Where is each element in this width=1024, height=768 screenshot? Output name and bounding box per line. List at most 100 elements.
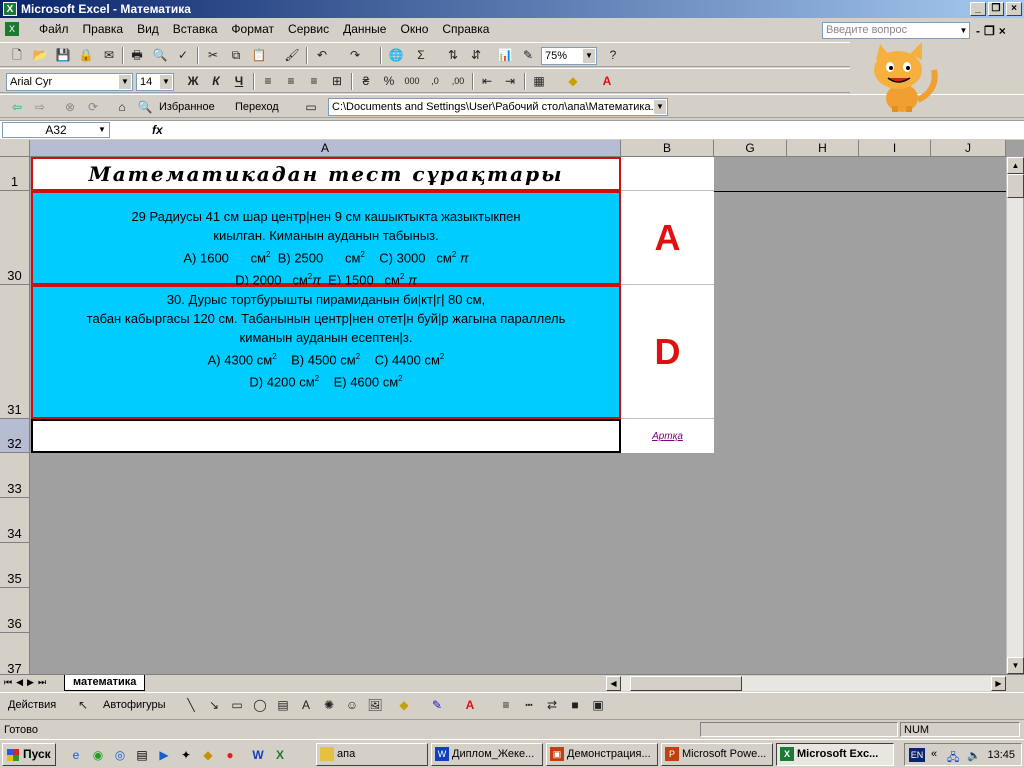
open-folder-icon[interactable]: 📂 xyxy=(31,47,49,64)
sort-ascending-icon[interactable]: ⇅ xyxy=(444,47,462,64)
draw-font-color-icon[interactable]: A xyxy=(461,697,479,714)
help-dropdown-arrow-icon[interactable]: ▼ xyxy=(958,23,969,38)
autoshapes-menu[interactable]: Автофигуры xyxy=(103,699,166,711)
row-header-1[interactable]: 1 xyxy=(0,157,30,191)
sort-descending-icon[interactable]: ⇵ xyxy=(467,47,485,64)
menu-file[interactable]: Файл xyxy=(32,22,76,36)
decrease-indent-icon[interactable]: ⇤ xyxy=(478,73,496,90)
shadow-icon[interactable]: ■ xyxy=(566,697,584,714)
row-header-32[interactable]: 32 xyxy=(0,419,30,453)
cell-b30-answer[interactable]: A xyxy=(621,191,714,285)
menu-window[interactable]: Окно xyxy=(393,22,435,36)
chart-wizard-icon[interactable]: 📊 xyxy=(496,47,514,64)
row-header-35[interactable]: 35 xyxy=(0,543,30,588)
back-link[interactable]: Артқа xyxy=(621,419,714,453)
name-box[interactable]: A32 ▼ xyxy=(2,122,110,138)
outlook-icon[interactable]: ◎ xyxy=(112,747,128,763)
tray-expand-icon[interactable]: « xyxy=(931,748,937,760)
oval-icon[interactable]: ◯ xyxy=(251,697,269,714)
task-demonstration[interactable]: ▣ Демонстрация... xyxy=(546,743,658,766)
search-web-icon[interactable]: 🔍 xyxy=(136,99,154,116)
horizontal-scroll-thumb[interactable] xyxy=(630,676,742,691)
menu-view[interactable]: Вид xyxy=(130,22,166,36)
task-folder-apa[interactable]: апа xyxy=(316,743,428,766)
align-center-icon[interactable]: ≡ xyxy=(282,73,300,90)
textbox-icon[interactable]: ▤ xyxy=(274,697,292,714)
thousands-button[interactable]: 000 xyxy=(403,73,421,90)
align-right-icon[interactable]: ≡ xyxy=(305,73,323,90)
prev-sheet-arrow-icon[interactable]: ◀ xyxy=(16,677,23,688)
font-size-select[interactable]: 14 ▼ xyxy=(136,73,174,91)
wordart-icon[interactable]: A xyxy=(297,697,315,714)
excel-quick-icon[interactable]: X xyxy=(272,747,288,763)
row-header-37[interactable]: 37 xyxy=(0,633,30,674)
player-icon[interactable]: ▶ xyxy=(156,747,172,763)
media-icon[interactable]: ◉ xyxy=(90,747,106,763)
forward-arrow-icon[interactable]: ⇨ xyxy=(31,99,49,116)
task-powerpoint[interactable]: P Microsoft Powe... xyxy=(661,743,773,766)
paste-icon[interactable]: 📋 xyxy=(250,47,268,64)
vertical-scrollbar[interactable]: ▲ ▼ xyxy=(1006,157,1024,674)
column-header-j[interactable]: J xyxy=(931,140,1006,157)
copy-icon[interactable]: ⧉ xyxy=(227,47,245,64)
office-assistant-cat[interactable] xyxy=(858,40,946,114)
dash-style-icon[interactable]: ┅ xyxy=(520,697,538,714)
scroll-right-arrow-icon[interactable]: ▶ xyxy=(991,676,1006,691)
tool-icon[interactable]: ◆ xyxy=(200,747,216,763)
select-objects-icon[interactable]: ↖ xyxy=(74,697,92,714)
email-icon[interactable]: ✉ xyxy=(100,47,118,64)
cell-b31-answer[interactable]: D xyxy=(621,285,714,419)
messenger-icon[interactable]: ✦ xyxy=(178,747,194,763)
word-icon[interactable]: W xyxy=(250,747,266,763)
menu-data[interactable]: Данные xyxy=(336,22,393,36)
diagram-icon[interactable]: ✺ xyxy=(320,697,338,714)
arrow-icon[interactable]: ↘ xyxy=(205,697,223,714)
row-header-34[interactable]: 34 xyxy=(0,498,30,543)
line-icon[interactable]: ╲ xyxy=(182,697,200,714)
currency-icon[interactable]: ₴ xyxy=(357,73,375,90)
increase-decimal-icon[interactable]: ,0 xyxy=(426,73,444,90)
scroll-left-arrow-icon[interactable]: ◀ xyxy=(606,676,621,691)
increase-indent-icon[interactable]: ⇥ xyxy=(501,73,519,90)
row-header-30[interactable]: 30 xyxy=(0,191,30,285)
doc-minimize-icon[interactable]: - xyxy=(976,24,980,38)
volume-icon[interactable]: 🔈 xyxy=(967,749,981,762)
print-preview-icon[interactable]: 🔍 xyxy=(151,47,169,64)
start-button[interactable]: Пуск xyxy=(2,743,56,766)
menu-help[interactable]: Справка xyxy=(435,22,496,36)
cell-a30-question[interactable]: 29 Радиусы 41 см шар центр|нен 9 см кашы… xyxy=(31,191,621,288)
rectangle-icon[interactable]: ▭ xyxy=(228,697,246,714)
row-header-36[interactable]: 36 xyxy=(0,588,30,633)
stop-icon[interactable]: ⊗ xyxy=(61,99,79,116)
select-all-corner[interactable] xyxy=(0,140,30,157)
format-painter-icon[interactable]: 🖌 xyxy=(283,47,301,64)
ie-icon[interactable]: e xyxy=(68,747,84,763)
redo-icon[interactable]: ↷ xyxy=(346,47,364,64)
doc-restore-icon[interactable]: ❐ xyxy=(984,24,995,38)
task-word-diploma[interactable]: W Диплом_Жеке... xyxy=(431,743,543,766)
undo-icon[interactable]: ↶ xyxy=(313,47,331,64)
desktop-icon[interactable]: ▤ xyxy=(134,747,150,763)
column-header-h[interactable]: H xyxy=(787,140,859,157)
italic-button[interactable]: К xyxy=(207,73,225,90)
show-web-toolbar-icon[interactable]: ▭ xyxy=(302,99,320,116)
new-document-icon[interactable]: 🗋 xyxy=(8,47,26,64)
cell-a32-active[interactable] xyxy=(31,419,621,453)
vertical-scroll-thumb[interactable] xyxy=(1007,174,1024,198)
menu-format[interactable]: Формат xyxy=(224,22,281,36)
insert-function-icon[interactable]: fx xyxy=(152,123,163,137)
minimize-button[interactable]: _ xyxy=(970,2,986,16)
fill-color-icon[interactable]: ◆ xyxy=(564,73,582,90)
spelling-icon[interactable]: ✓ xyxy=(174,47,192,64)
font-name-select[interactable]: Arial Cyr ▼ xyxy=(6,73,133,91)
next-sheet-arrow-icon[interactable]: ▶ xyxy=(27,677,34,688)
font-color-icon[interactable]: A xyxy=(598,73,616,90)
first-sheet-arrow-icon[interactable]: ⏮ xyxy=(4,677,12,688)
row-header-33[interactable]: 33 xyxy=(0,453,30,498)
help-question-input[interactable]: Введите вопрос xyxy=(822,22,970,39)
actions-menu[interactable]: Действия xyxy=(8,699,56,711)
back-arrow-icon[interactable]: ⇦ xyxy=(8,99,26,116)
save-icon[interactable]: 💾 xyxy=(54,47,72,64)
favorites-menu[interactable]: Избранное xyxy=(159,101,215,113)
home-icon[interactable]: ⌂ xyxy=(113,99,131,116)
